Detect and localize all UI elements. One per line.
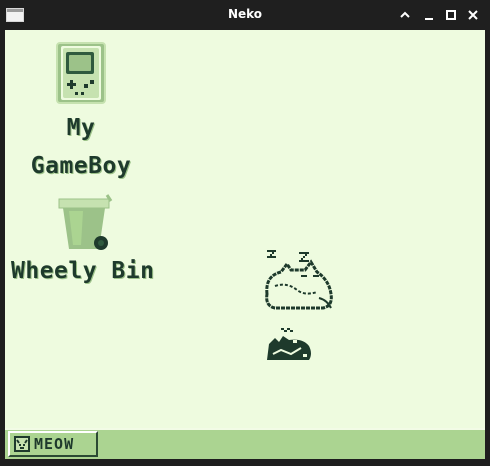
- gameboy-label-line1: My: [66, 115, 96, 141]
- desktop-icon-gameboy[interactable]: My GameBoy: [11, 42, 151, 180]
- taskbar: MEOW: [5, 428, 485, 459]
- close-button[interactable]: [464, 6, 482, 24]
- maximize-icon: [446, 10, 456, 20]
- minimize-icon: [425, 18, 433, 20]
- bin-label: Wheely Bin: [11, 258, 155, 284]
- desktop[interactable]: My GameBoy Wheely Bin MEOW: [5, 30, 485, 459]
- cat-face-icon: [14, 436, 30, 452]
- title-bar[interactable]: Neko: [0, 0, 490, 30]
- gameboy-label-line2: GameBoy: [30, 153, 132, 179]
- gameboy-icon: [56, 42, 106, 104]
- neko-window: Neko My GameBoy Wheely Bin MEOW: [0, 0, 490, 466]
- wheelie-bin-icon: [58, 194, 113, 250]
- close-icon: [468, 10, 478, 20]
- start-button[interactable]: MEOW: [8, 431, 98, 457]
- maximize-button[interactable]: [442, 6, 460, 24]
- cat-sprite[interactable]: [263, 326, 315, 364]
- shade-button[interactable]: [396, 6, 414, 24]
- sleeping-cat-sprite[interactable]: [261, 246, 341, 312]
- chevron-up-icon: [400, 11, 410, 18]
- desktop-icon-bin[interactable]: Wheely Bin: [11, 193, 161, 285]
- window-title: Neko: [227, 7, 263, 21]
- minimize-button[interactable]: [420, 6, 438, 24]
- start-label: MEOW: [34, 435, 75, 453]
